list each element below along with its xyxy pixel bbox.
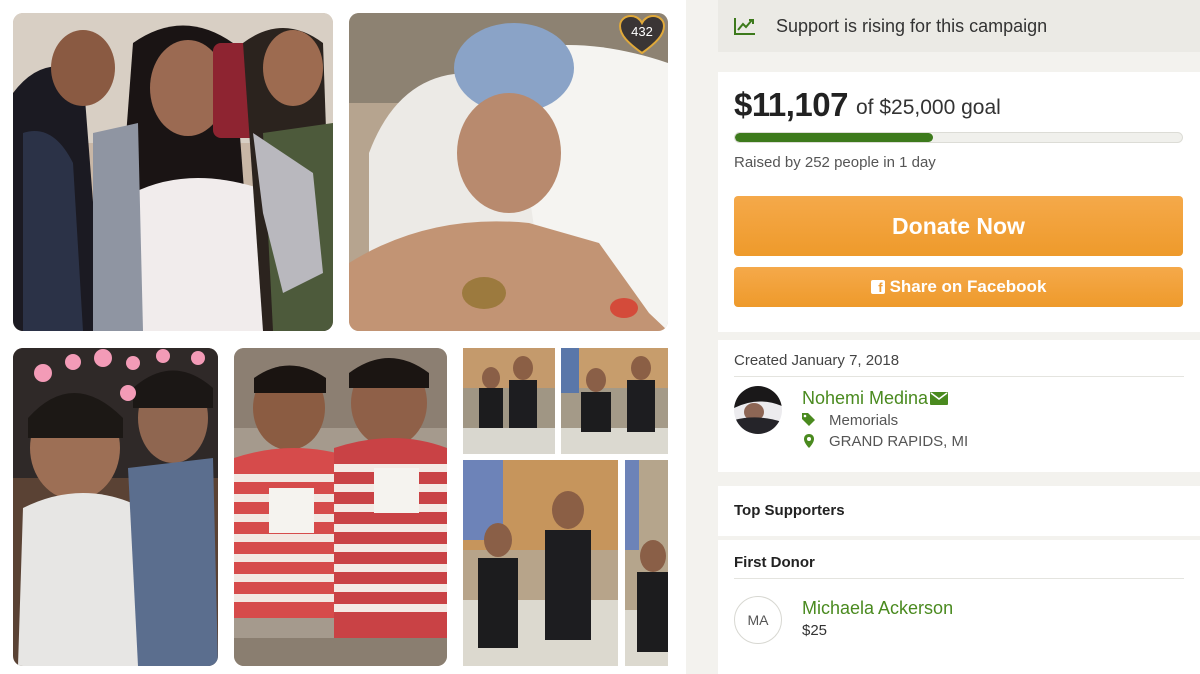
raised-by-text: Raised by 252 people in 1 day bbox=[734, 154, 936, 171]
organizer-name[interactable]: Nohemi Medina bbox=[802, 388, 928, 409]
campaign-photo-8[interactable] bbox=[625, 460, 668, 666]
progress-fill bbox=[735, 133, 934, 142]
support-rising-banner: Support is rising for this campaign bbox=[718, 0, 1200, 52]
facebook-icon: f bbox=[870, 280, 885, 294]
tag-icon bbox=[802, 413, 815, 426]
campaign-photo-3[interactable] bbox=[13, 348, 218, 666]
campaign-location: GRAND RAPIDS, MI bbox=[829, 433, 969, 450]
envelope-icon[interactable] bbox=[930, 392, 948, 405]
campaign-photo-4[interactable] bbox=[234, 348, 447, 666]
campaign-photo-5[interactable] bbox=[463, 348, 555, 454]
divider bbox=[734, 578, 1184, 579]
first-donor-heading: First Donor bbox=[734, 554, 815, 571]
donation-card: $11,107 of $25,000 goal Raised by 252 pe… bbox=[718, 72, 1200, 332]
organizer-card: Created January 7, 2018 Nohemi Medina Me… bbox=[718, 340, 1200, 472]
top-supporters-heading[interactable]: Top Supporters bbox=[734, 502, 845, 519]
donor-amount: $25 bbox=[802, 622, 828, 639]
donor-avatar: MA bbox=[734, 596, 782, 644]
donor-name[interactable]: Michaela Ackerson bbox=[802, 598, 953, 619]
campaign-photo-1[interactable] bbox=[13, 13, 333, 331]
divider bbox=[734, 376, 1184, 377]
organizer-avatar[interactable] bbox=[734, 386, 782, 434]
heart-count-badge[interactable]: 432 bbox=[618, 15, 666, 55]
amount-raised: $11,107 bbox=[734, 86, 848, 123]
top-supporters-card: Top Supporters bbox=[718, 486, 1200, 536]
support-rising-text: Support is rising for this campaign bbox=[776, 15, 1048, 36]
campaign-photo-7[interactable] bbox=[463, 460, 618, 666]
campaign-photo-6[interactable] bbox=[561, 348, 668, 454]
campaign-photo-2[interactable]: 432 bbox=[349, 13, 668, 331]
share-facebook-label: Share on Facebook bbox=[889, 277, 1047, 296]
donate-now-button[interactable]: Donate Now bbox=[734, 196, 1183, 256]
location-pin-icon bbox=[804, 434, 814, 448]
share-facebook-button[interactable]: f Share on Facebook bbox=[734, 267, 1183, 307]
progress-bar bbox=[734, 132, 1183, 143]
heart-count: 432 bbox=[631, 24, 653, 39]
trending-up-icon bbox=[734, 18, 755, 35]
created-date: Created January 7, 2018 bbox=[734, 352, 900, 369]
first-donor-card: First Donor MA Michaela Ackerson $25 bbox=[718, 540, 1200, 674]
goal-text: of $25,000 goal bbox=[856, 96, 1001, 119]
campaign-category[interactable]: Memorials bbox=[829, 412, 898, 429]
